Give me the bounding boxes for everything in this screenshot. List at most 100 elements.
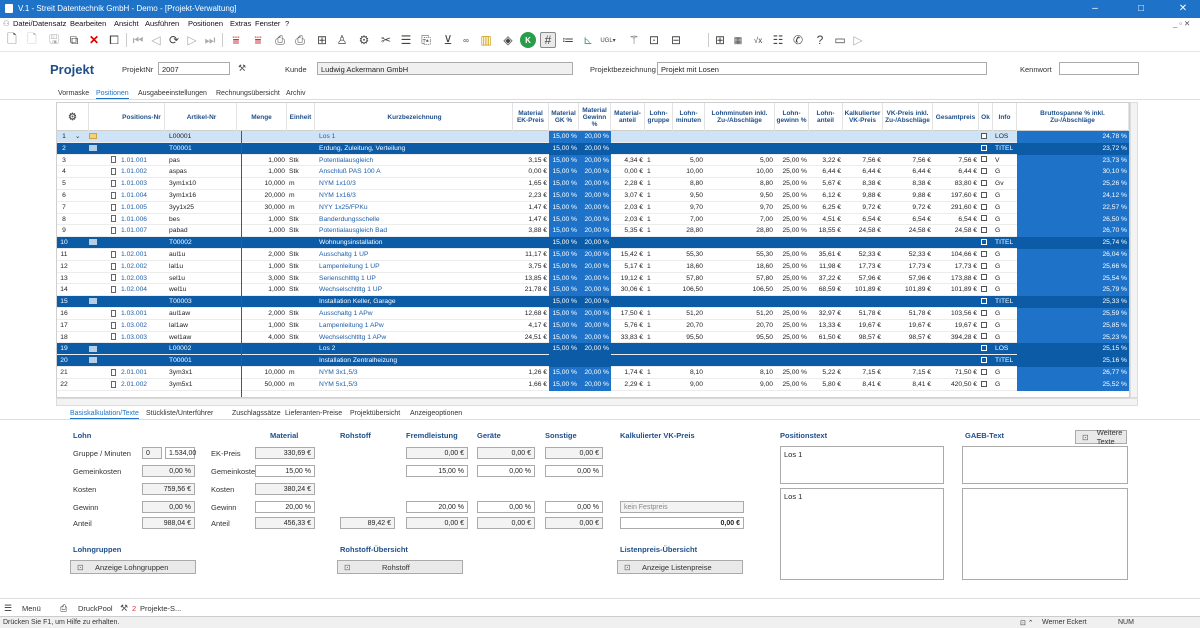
cell-lg[interactable] xyxy=(645,143,673,155)
ok-checkbox[interactable] xyxy=(981,144,987,151)
cell-bs[interactable]: 25,33 % xyxy=(1017,296,1129,308)
cell-einh[interactable]: Stk xyxy=(287,261,315,273)
cell-lminz[interactable]: 55,30 xyxy=(705,249,775,261)
cell-kvk[interactable]: 52,33 € xyxy=(843,249,883,261)
ok-checkbox[interactable] xyxy=(981,356,987,363)
so-ek-field[interactable]: 0,00 € xyxy=(545,447,603,459)
cell-mgk[interactable]: 15,00 % xyxy=(549,237,579,249)
cell-vkz[interactable]: 24,58 € xyxy=(883,225,933,237)
cell-einh[interactable]: m xyxy=(287,190,315,202)
cell-einh[interactable]: Stk xyxy=(287,249,315,261)
column-header[interactable]: Lohn-anteil xyxy=(809,103,843,131)
cell-ges[interactable]: 24,58 € xyxy=(933,225,979,237)
cell-lmin[interactable]: 7,00 xyxy=(673,214,705,226)
menu-button[interactable]: Menü xyxy=(22,604,41,613)
festpreis-select[interactable]: kein Festpreis xyxy=(620,501,744,513)
cell-kurz[interactable]: Wechselschltltg 1 APw xyxy=(317,332,513,344)
cell-mek[interactable] xyxy=(513,355,549,367)
cell-ok[interactable] xyxy=(979,166,993,178)
cell-bs[interactable]: 26,77 % xyxy=(1017,367,1129,379)
cell-kurz[interactable]: Ausschaltg 1 APw xyxy=(317,308,513,320)
cell-menge[interactable]: 1,000 xyxy=(237,214,287,226)
cell-vkz[interactable]: 8,41 € xyxy=(883,379,933,391)
cell-lmin[interactable] xyxy=(673,237,705,249)
cell-menge[interactable]: 3,000 xyxy=(237,273,287,285)
cell-vkz[interactable]: 6,44 € xyxy=(883,166,933,178)
table-row[interactable]: 14 1.02.004 wel1u 1,000 Stk Wechselschltltg 1… xyxy=(57,284,1129,297)
table-row[interactable]: 13 1.02.003 sel1u 3,000 Stk Serienschltltg 1 … xyxy=(57,272,1129,285)
grid-horizontal-scrollbar[interactable] xyxy=(56,398,1138,406)
cell-info[interactable]: G xyxy=(993,379,1017,391)
cell-menge[interactable] xyxy=(237,355,287,367)
table-row[interactable]: 8 1.01.006 bes 1,000 Stk Banderdungsschelle 1,… xyxy=(57,213,1129,226)
cell-mek[interactable]: 1,66 € xyxy=(513,379,549,391)
cell-lant[interactable] xyxy=(809,343,843,355)
cell-art[interactable]: pas xyxy=(167,155,237,167)
cell-lg[interactable] xyxy=(645,296,673,308)
cell-lminz[interactable]: 51,20 xyxy=(705,308,775,320)
cell-art[interactable]: lal1aw xyxy=(167,320,237,332)
table-row[interactable]: 16 1.03.001 aul1aw 2,000 Stk Ausschaltg 1 APw… xyxy=(57,308,1129,320)
cell-mek[interactable]: 1,65 € xyxy=(513,178,549,190)
cell-ok[interactable] xyxy=(979,379,993,391)
cell-mant[interactable]: 17,50 € xyxy=(611,308,645,320)
cell-lant[interactable]: 32,97 € xyxy=(809,308,843,320)
search-doc-icon[interactable]: ⎙ xyxy=(272,32,288,48)
cell-lminz[interactable]: 8,80 xyxy=(705,178,775,190)
table-row[interactable]: 10 T00002 Wohnungsinstallation 15,00 % 20,00… xyxy=(57,237,1129,249)
cell-pos[interactable]: 1.01.005 xyxy=(119,202,165,214)
cell-ges[interactable] xyxy=(933,237,979,249)
cell-mant[interactable]: 5,17 € xyxy=(611,261,645,273)
cell-lant[interactable]: 5,80 € xyxy=(809,379,843,391)
cell-bs[interactable]: 25,26 % xyxy=(1017,178,1129,190)
cell-kvk[interactable] xyxy=(843,343,883,355)
cell-kurz[interactable]: Ausschaltg 1 UP xyxy=(317,249,513,261)
cell-lant[interactable] xyxy=(809,131,843,143)
cell-ges[interactable] xyxy=(933,131,979,143)
last-record-icon[interactable]: ⏭ xyxy=(202,32,218,48)
bezeichnung-field[interactable]: Projekt mit Losen xyxy=(657,62,987,75)
cell-vkz[interactable]: 9,88 € xyxy=(883,190,933,202)
wand-icon[interactable]: ⚚ xyxy=(626,32,642,48)
cell-menge[interactable]: 2,000 xyxy=(237,308,287,320)
cell-art[interactable]: 3yy1x25 xyxy=(167,202,237,214)
table-row[interactable]: 22 2.01.002 3ym5x1 50,000 m NYM 5x1,5/3 1,66 €… xyxy=(57,378,1129,391)
cell-mgw[interactable]: 20,00 % xyxy=(579,331,611,344)
cell-art[interactable]: bes xyxy=(167,214,237,226)
cell-kvk[interactable] xyxy=(843,143,883,155)
cell-mgw[interactable]: 20,00 % xyxy=(579,213,611,226)
cell-lmin[interactable]: 9,70 xyxy=(673,202,705,214)
cell-kurz[interactable]: Los 2 xyxy=(317,343,513,355)
cell-ges[interactable] xyxy=(933,143,979,155)
cell-pos[interactable] xyxy=(119,355,165,367)
cell-ges[interactable]: 101,89 € xyxy=(933,284,979,296)
cell-lg[interactable]: 1 xyxy=(645,367,673,379)
cell-art[interactable]: aul1u xyxy=(167,249,237,261)
ok-checkbox[interactable] xyxy=(981,286,987,293)
cell-ges[interactable]: 6,44 € xyxy=(933,166,979,178)
cell-lg[interactable]: 1 xyxy=(645,273,673,285)
cell-info[interactable]: TITEL xyxy=(993,296,1017,308)
filter2-icon[interactable]: ⊻ xyxy=(440,32,456,48)
cell-pos[interactable]: 1.01.002 xyxy=(119,166,165,178)
cell-lminz[interactable]: 57,80 xyxy=(705,273,775,285)
cell-lant[interactable]: 18,55 € xyxy=(809,225,843,237)
cell-art[interactable]: L00002 xyxy=(167,343,237,355)
cell-pos[interactable]: 1.01.004 xyxy=(119,190,165,202)
lohn-gewinn-field[interactable]: 0,00 % xyxy=(142,501,195,513)
cell-kurz[interactable]: Anschluß PAS 100 A xyxy=(317,166,513,178)
cell-lg[interactable]: 1 xyxy=(645,202,673,214)
cell-vkz[interactable]: 101,89 € xyxy=(883,284,933,296)
cell-kvk[interactable]: 6,54 € xyxy=(843,214,883,226)
ok-checkbox[interactable] xyxy=(981,262,987,269)
cell-mgw[interactable]: 20,00 % xyxy=(579,166,611,179)
cell-kvk[interactable]: 17,73 € xyxy=(843,261,883,273)
ok-checkbox[interactable] xyxy=(981,368,987,375)
cell-bs[interactable]: 25,59 % xyxy=(1017,308,1129,320)
column-header[interactable]: Lohn-gruppe xyxy=(645,103,673,131)
cell-lminz[interactable]: 28,80 xyxy=(705,225,775,237)
cell-mek[interactable]: 4,17 € xyxy=(513,320,549,332)
cell-kvk[interactable] xyxy=(843,355,883,367)
cell-einh[interactable]: Stk xyxy=(287,155,315,167)
cell-bs[interactable]: 23,72 % xyxy=(1017,142,1129,155)
